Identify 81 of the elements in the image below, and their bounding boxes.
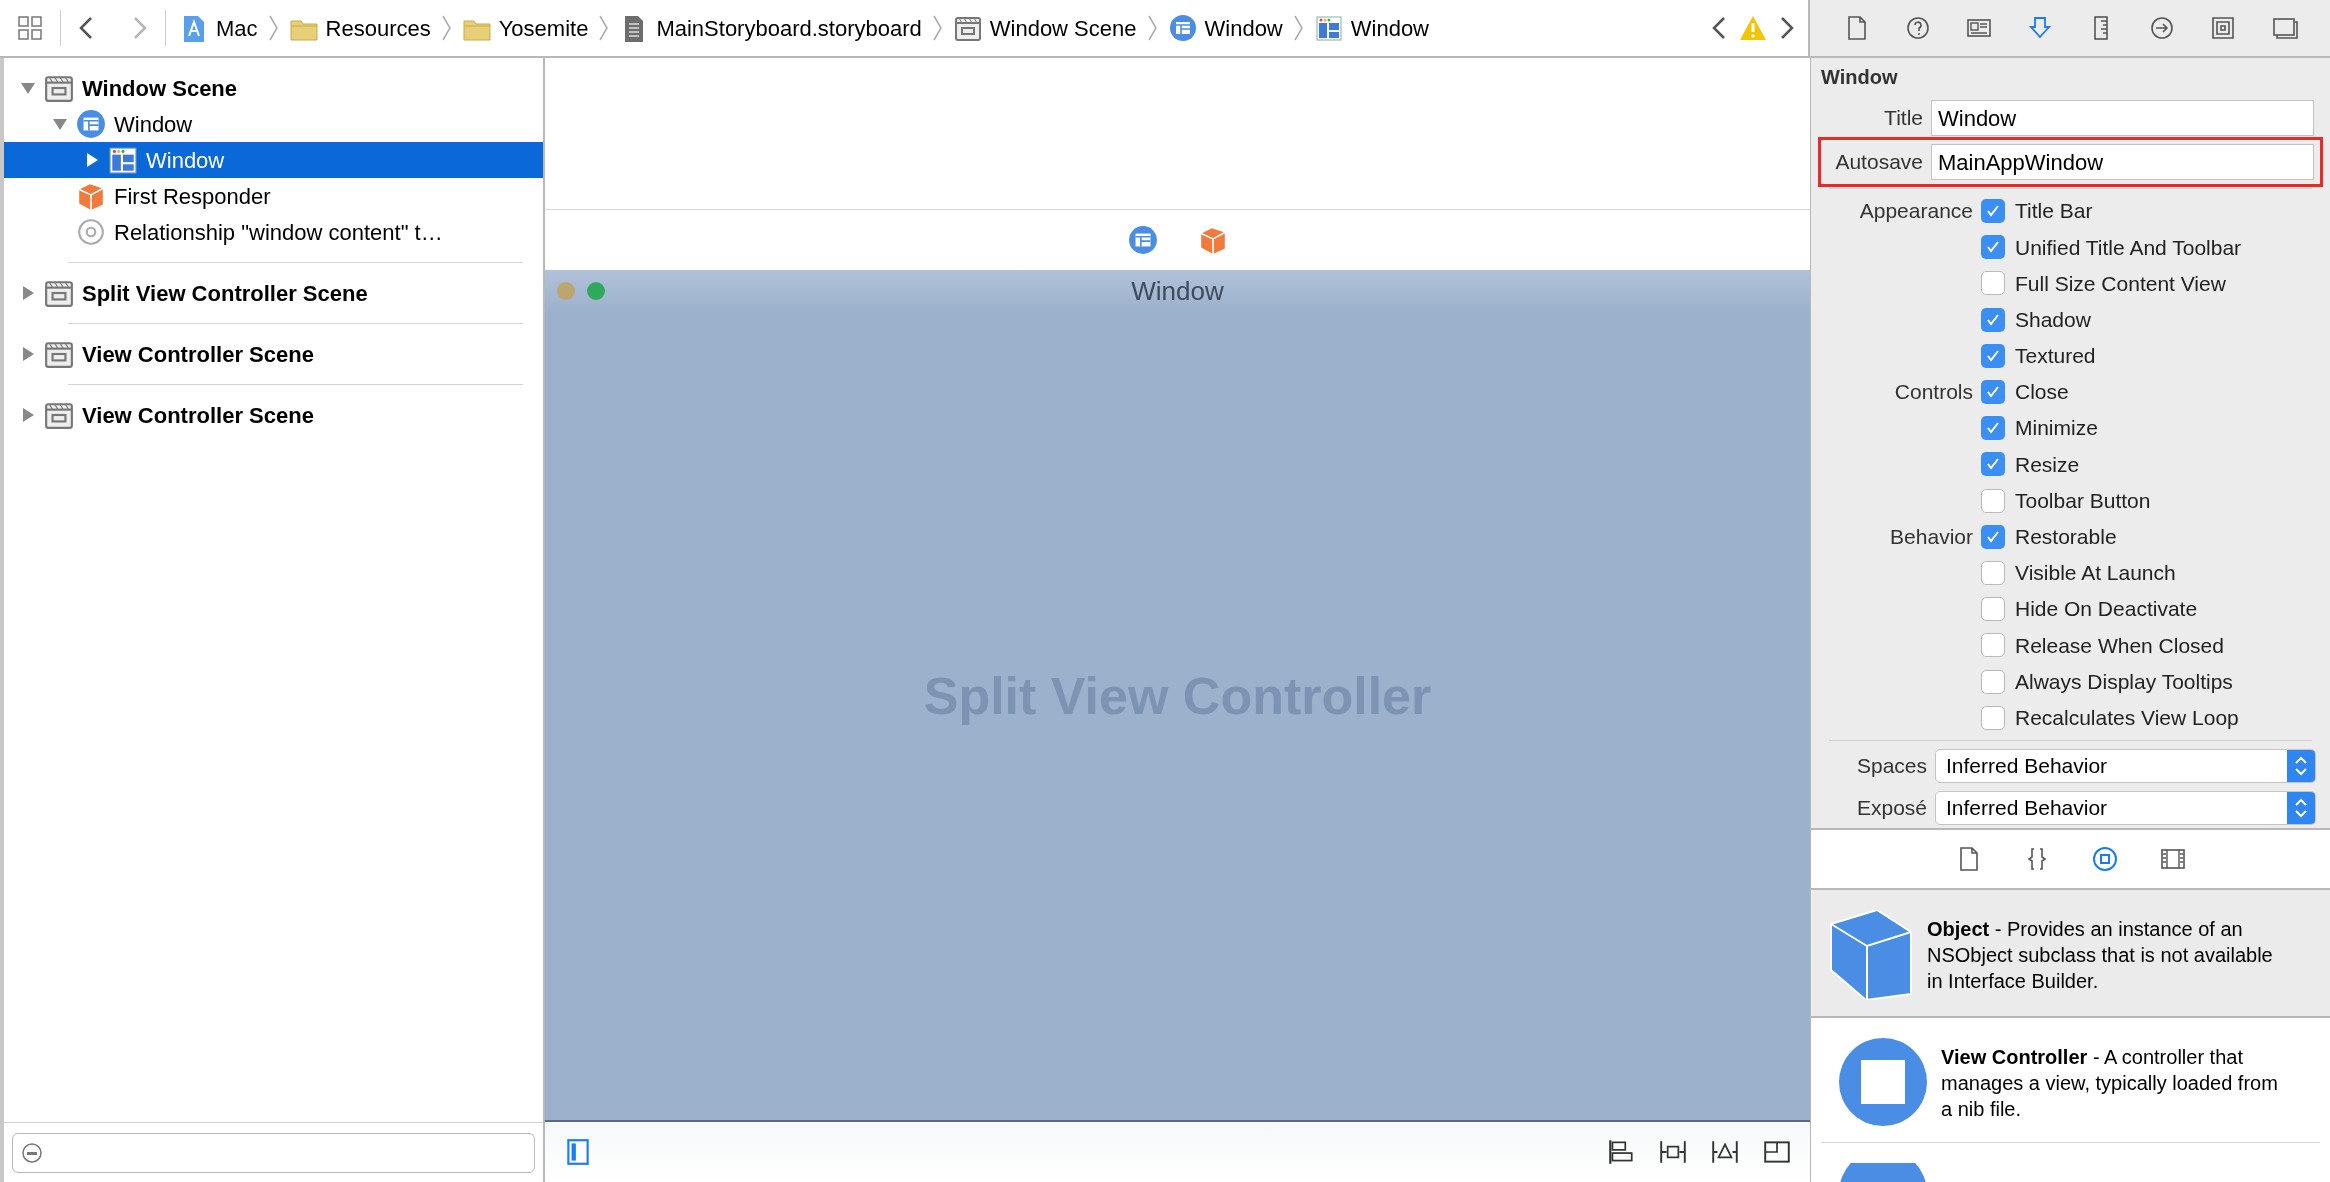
- checkbox[interactable]: Close: [1981, 376, 2069, 408]
- outline-item[interactable]: Split View Controller Scene: [4, 275, 543, 311]
- checkbox[interactable]: Recalculates View Loop: [1981, 701, 2239, 734]
- breadcrumb-item[interactable]: Window: [1314, 11, 1429, 45]
- window-buttons-icon: [555, 280, 607, 302]
- view-controller-icon: [1839, 1038, 1927, 1126]
- section-title: Window: [1821, 65, 1899, 90]
- field-label: Autosave: [1834, 149, 1924, 176]
- stepper-arrows-icon: [2294, 796, 2308, 819]
- chevron-icon: [931, 13, 944, 43]
- disclosure-closed-icon[interactable]: [20, 407, 36, 423]
- disclosure-closed-icon[interactable]: [84, 152, 100, 168]
- chevron-icon: [1146, 13, 1159, 43]
- checkbox[interactable]: Toolbar Button: [1981, 484, 2151, 517]
- popup-button[interactable]: Inferred Behavior: [1935, 748, 2316, 783]
- checkbox[interactable]: Minimize: [1981, 412, 2098, 444]
- checkbox[interactable]: Shadow: [1981, 303, 2091, 336]
- window-title: Window: [1131, 274, 1224, 308]
- window-controller-icon[interactable]: [1127, 225, 1158, 255]
- window-icon: [108, 145, 138, 175]
- disclosure-closed-icon[interactable]: [20, 346, 36, 362]
- scene-icon: [44, 339, 74, 369]
- field-label: Exposé: [1855, 795, 1928, 822]
- scene-icon: [44, 73, 74, 103]
- cube-icon: [76, 181, 106, 211]
- field-label: Title: [1883, 105, 1924, 132]
- disclosure-open-icon[interactable]: [20, 80, 36, 96]
- outline-item[interactable]: Window Scene: [4, 70, 543, 106]
- chevron-icon: [267, 13, 280, 43]
- outline-item[interactable]: Relationship "window content" t…: [4, 214, 543, 250]
- item-description: View Controller - A controller that manages a view, typically loaded from a nib file.: [1941, 1045, 2279, 1122]
- group-label: Appearance: [1858, 198, 1974, 225]
- outline-item[interactable]: Window: [4, 142, 543, 178]
- checkbox[interactable]: Release When Closed: [1981, 629, 2224, 662]
- window-icon: [1314, 14, 1343, 42]
- field-label: Spaces: [1855, 753, 1928, 780]
- text-field[interactable]: Window: [1931, 100, 2314, 136]
- group-label: Behavior: [1889, 524, 1974, 551]
- checkbox[interactable]: Hide On Deactivate: [1981, 593, 2198, 625]
- scene-icon: [44, 400, 74, 430]
- window-controller-icon: [1168, 14, 1197, 42]
- breadcrumb-item[interactable]: Yosemite: [462, 11, 589, 45]
- chevron-icon: [1292, 13, 1305, 43]
- stepper-arrows-icon: [2294, 754, 2308, 777]
- library-item[interactable]: Object - Provides an instance of an NSObject subclass that is not available in Interface Builder.: [1811, 890, 2330, 1018]
- breadcrumb-item[interactable]: MainStoryboard.storyboard: [620, 11, 922, 45]
- outline-item[interactable]: View Controller Scene: [4, 397, 543, 433]
- text-field[interactable]: MainAppWindow: [1931, 144, 2314, 180]
- chevron-icon: [598, 13, 611, 43]
- disclosure-closed-icon[interactable]: [20, 285, 36, 301]
- cube-icon: [1829, 910, 1913, 1000]
- checkbox[interactable]: Always Display Tooltips: [1981, 665, 2233, 698]
- breadcrumb-item[interactable]: Resources: [289, 11, 431, 45]
- breadcrumb-item[interactable]: Window Scene: [953, 11, 1137, 45]
- checkbox[interactable]: Full Size Content View: [1981, 267, 2226, 300]
- scene-icon: [953, 14, 982, 42]
- breadcrumb-item[interactable]: Window: [1168, 11, 1283, 45]
- outline-item[interactable]: View Controller Scene: [4, 336, 543, 372]
- filter-field[interactable]: [12, 1132, 535, 1173]
- group-label: Controls: [1893, 379, 1974, 406]
- outline-item[interactable]: First Responder: [4, 178, 543, 214]
- checkbox[interactable]: Visible At Launch: [1981, 557, 2176, 589]
- item-description: Object - Provides an instance of an NSObject subclass that is not available in Interface Builder.: [1927, 917, 2274, 994]
- checkbox[interactable]: Textured: [1981, 340, 2096, 372]
- popup-button[interactable]: Inferred Behavior: [1935, 790, 2316, 825]
- checkbox[interactable]: Resize: [1981, 448, 2080, 481]
- chevron-icon: [440, 13, 453, 43]
- checkbox[interactable]: Title Bar: [1981, 195, 2093, 227]
- disclosure-open-icon[interactable]: [52, 116, 68, 132]
- outline-item[interactable]: Window: [4, 106, 543, 142]
- relationship-icon: [76, 217, 106, 247]
- checkbox[interactable]: Unified Title And Toolbar: [1981, 231, 2242, 264]
- breadcrumb-item[interactable]: Mac: [180, 11, 258, 45]
- scene-icon: [44, 278, 74, 308]
- checkbox[interactable]: Restorable: [1981, 521, 2117, 553]
- object-icon[interactable]: [2090, 845, 2119, 873]
- filter-icon: [21, 1141, 43, 1164]
- grid-icon[interactable]: [16, 14, 44, 42]
- window-controller-icon: [76, 109, 106, 139]
- align-icon[interactable]: [1606, 1137, 1636, 1167]
- library-item[interactable]: View Controller - A controller that manages a view, typically loaded from a nib file.: [1821, 1018, 2320, 1143]
